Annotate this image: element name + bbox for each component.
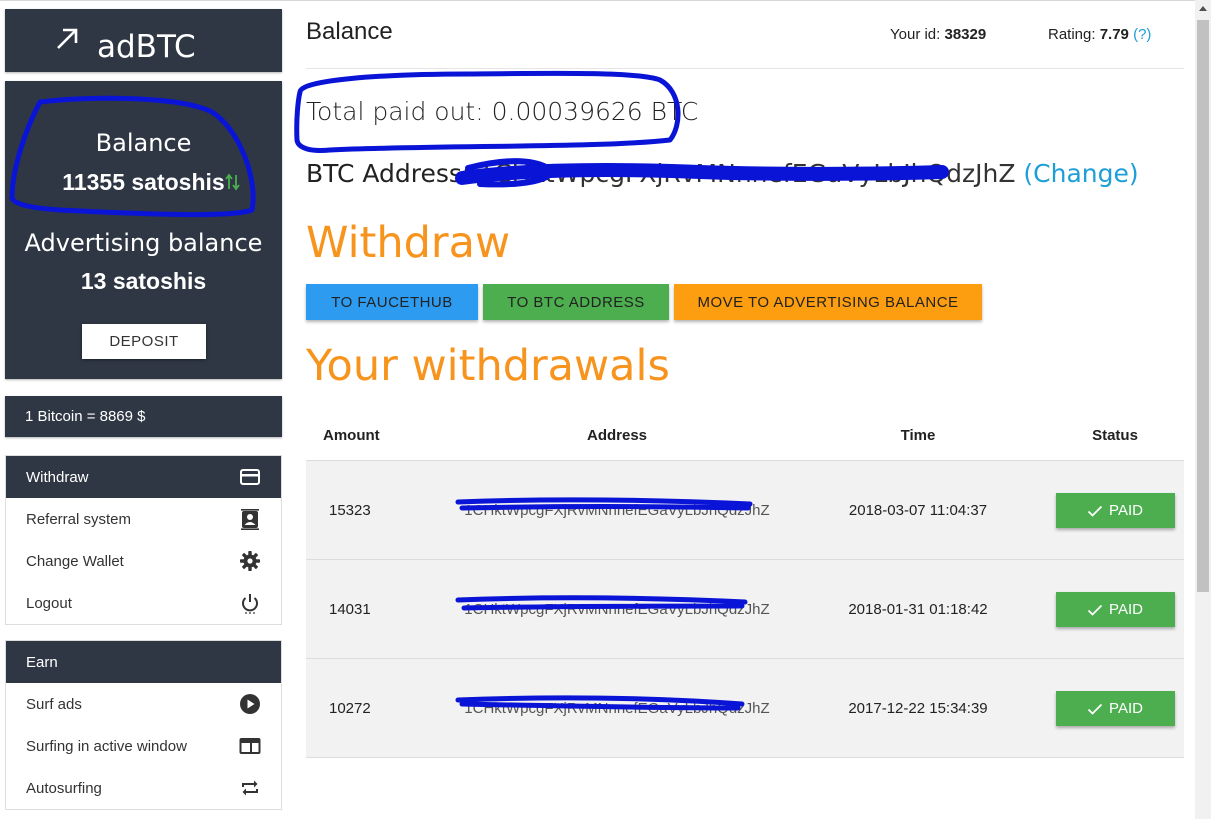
paid-status-button[interactable]: PAID xyxy=(1055,690,1175,726)
bitcoin-rate-text: 1 Bitcoin = 8869 $ xyxy=(25,408,146,425)
btc-address-line: BTC Address: 1CHktWpcgFXjRvMNnnefEGaVyLb… xyxy=(306,159,1139,188)
window-icon xyxy=(239,738,261,754)
menu-item-referral-system[interactable]: Referral system xyxy=(6,498,281,540)
column-header-address: Address xyxy=(586,426,648,444)
play-circle-icon xyxy=(240,694,260,714)
card-icon xyxy=(240,469,260,485)
user-id: Your id: 38329 xyxy=(890,26,986,43)
power-icon xyxy=(242,594,258,614)
menu-item-label: Autosurfing xyxy=(26,780,102,797)
menu-item-label: Referral system xyxy=(26,511,132,528)
menu-item-label: Logout xyxy=(26,595,72,612)
table-row: 14031 1CHktWpcgFXjRvMNnnefEGaVyLbJhQdzJh… xyxy=(306,559,1184,659)
column-header-amount: Amount xyxy=(323,426,380,444)
menu-item-surf-ads[interactable]: Surf ads xyxy=(6,683,281,725)
btc-address-label: BTC Address: xyxy=(306,159,471,188)
trending-arrow-icon xyxy=(57,28,78,49)
withdrawal-time: 2017-12-22 15:34:39 xyxy=(790,658,1046,758)
menu-item-label: Surf ads xyxy=(26,696,82,713)
logo-panel[interactable]: adBTC xyxy=(5,9,282,72)
rating-help-link[interactable]: (?) xyxy=(1133,26,1151,43)
menu-item-label: Surfing in active window xyxy=(26,738,187,755)
balance-label: Balance xyxy=(95,129,192,157)
withdraw-heading: Withdraw xyxy=(306,218,511,268)
btc-address-value: 1CHktWpcgFXjRvMNnnefEGaVyLbJhQdzJhZ xyxy=(478,159,1016,188)
balance-panel: Balance 11355 satoshis Advertising balan… xyxy=(5,81,282,379)
table-row: 10272 1CHktWpcgFXjRvMNnnefEGaVyLbJhQdzJh… xyxy=(306,658,1184,758)
paid-status-button[interactable]: PAID xyxy=(1055,591,1175,627)
check-icon xyxy=(1087,505,1103,517)
withdrawal-address: 1CHktWpcgFXjRvMNnnefEGaVyLbJhQdzJhZ xyxy=(444,559,790,659)
column-header-status: Status xyxy=(1092,426,1138,444)
contact-card-icon xyxy=(241,509,259,530)
withdrawal-status: PAID xyxy=(1046,460,1184,560)
table-header-row: Amount Address Time Status xyxy=(306,410,1184,461)
page-title: Balance xyxy=(306,18,393,45)
vertical-scrollbar[interactable] xyxy=(1195,0,1211,819)
to-faucethub-button[interactable]: TO FAUCETHUB xyxy=(306,284,478,320)
menu-item-label: Change Wallet xyxy=(26,553,124,570)
repeat-icon xyxy=(242,780,258,796)
scroll-up-arrow-icon[interactable] xyxy=(1199,6,1207,11)
withdrawal-status: PAID xyxy=(1046,658,1184,758)
deposit-button[interactable]: DEPOSIT xyxy=(82,324,206,359)
scrollbar-thumb[interactable] xyxy=(1197,20,1209,592)
table-row: 15323 1CHktWpcgFXjRvMNnnefEGaVyLbJhQdzJh… xyxy=(306,460,1184,560)
total-paid-out: Total paid out: 0.00039626 BTC xyxy=(306,97,699,126)
menu-item-surfing-in-active-window[interactable]: Surfing in active window xyxy=(6,725,281,767)
change-address-link[interactable]: (Change) xyxy=(1023,159,1138,188)
user-id-value: 38329 xyxy=(944,26,987,43)
header-divider xyxy=(306,68,1184,69)
advertising-balance-value: 13 satoshis xyxy=(80,268,207,294)
withdrawal-amount: 14031 xyxy=(306,559,444,659)
withdrawal-address: 1CHktWpcgFXjRvMNnnefEGaVyLbJhQdzJhZ xyxy=(444,658,790,758)
withdrawals-table: Amount Address Time Status 15323 1CHktWp… xyxy=(306,410,1184,758)
rating-value: 7.79 xyxy=(1099,26,1129,43)
to-btc-address-button[interactable]: TO BTC ADDRESS xyxy=(483,284,669,320)
menu-item-withdraw[interactable]: Withdraw xyxy=(6,456,281,498)
bitcoin-rate-panel: 1 Bitcoin = 8869 $ xyxy=(5,396,282,437)
paid-status-button[interactable]: PAID xyxy=(1055,492,1175,528)
menu-item-logout[interactable]: Logout xyxy=(6,582,281,624)
move-to-advertising-balance-button[interactable]: MOVE TO ADVERTISING BALANCE xyxy=(674,284,982,320)
menu-item-label: Withdraw xyxy=(26,469,89,486)
check-icon xyxy=(1087,703,1103,715)
earn-menu: Earn Surf ads Surfing in active window A… xyxy=(5,640,282,810)
rating-label: Rating: xyxy=(1048,26,1096,43)
withdrawals-heading: Your withdrawals xyxy=(306,341,670,391)
earn-menu-header: Earn xyxy=(6,641,281,683)
withdrawal-status: PAID xyxy=(1046,559,1184,659)
menu-item-change-wallet[interactable]: Change Wallet xyxy=(6,540,281,582)
main-menu: Withdraw Referral system Change Wallet L… xyxy=(5,455,282,625)
withdrawal-address: 1CHktWpcgFXjRvMNnnefEGaVyLbJhQdzJhZ xyxy=(444,460,790,560)
withdrawal-time: 2018-03-07 11:04:37 xyxy=(790,460,1046,560)
withdrawal-amount: 10272 xyxy=(306,658,444,758)
earn-menu-header-label: Earn xyxy=(26,654,58,671)
rating: Rating: 7.79 (?) xyxy=(1048,26,1151,43)
check-icon xyxy=(1087,604,1103,616)
top-border xyxy=(0,0,1211,1)
withdrawal-time: 2018-01-31 01:18:42 xyxy=(790,559,1046,659)
withdrawal-amount: 15323 xyxy=(306,460,444,560)
menu-item-autosurfing[interactable]: Autosurfing xyxy=(6,767,281,809)
sort-arrows-icon xyxy=(225,173,240,191)
advertising-balance-label: Advertising balance xyxy=(24,229,263,257)
paid-status-label: PAID xyxy=(1109,600,1143,618)
paid-status-label: PAID xyxy=(1109,699,1143,717)
paid-status-label: PAID xyxy=(1109,501,1143,519)
user-id-label: Your id: xyxy=(890,26,941,43)
column-header-time: Time xyxy=(900,426,936,444)
brand-name: adBTC xyxy=(97,29,196,65)
gear-icon xyxy=(240,551,260,571)
